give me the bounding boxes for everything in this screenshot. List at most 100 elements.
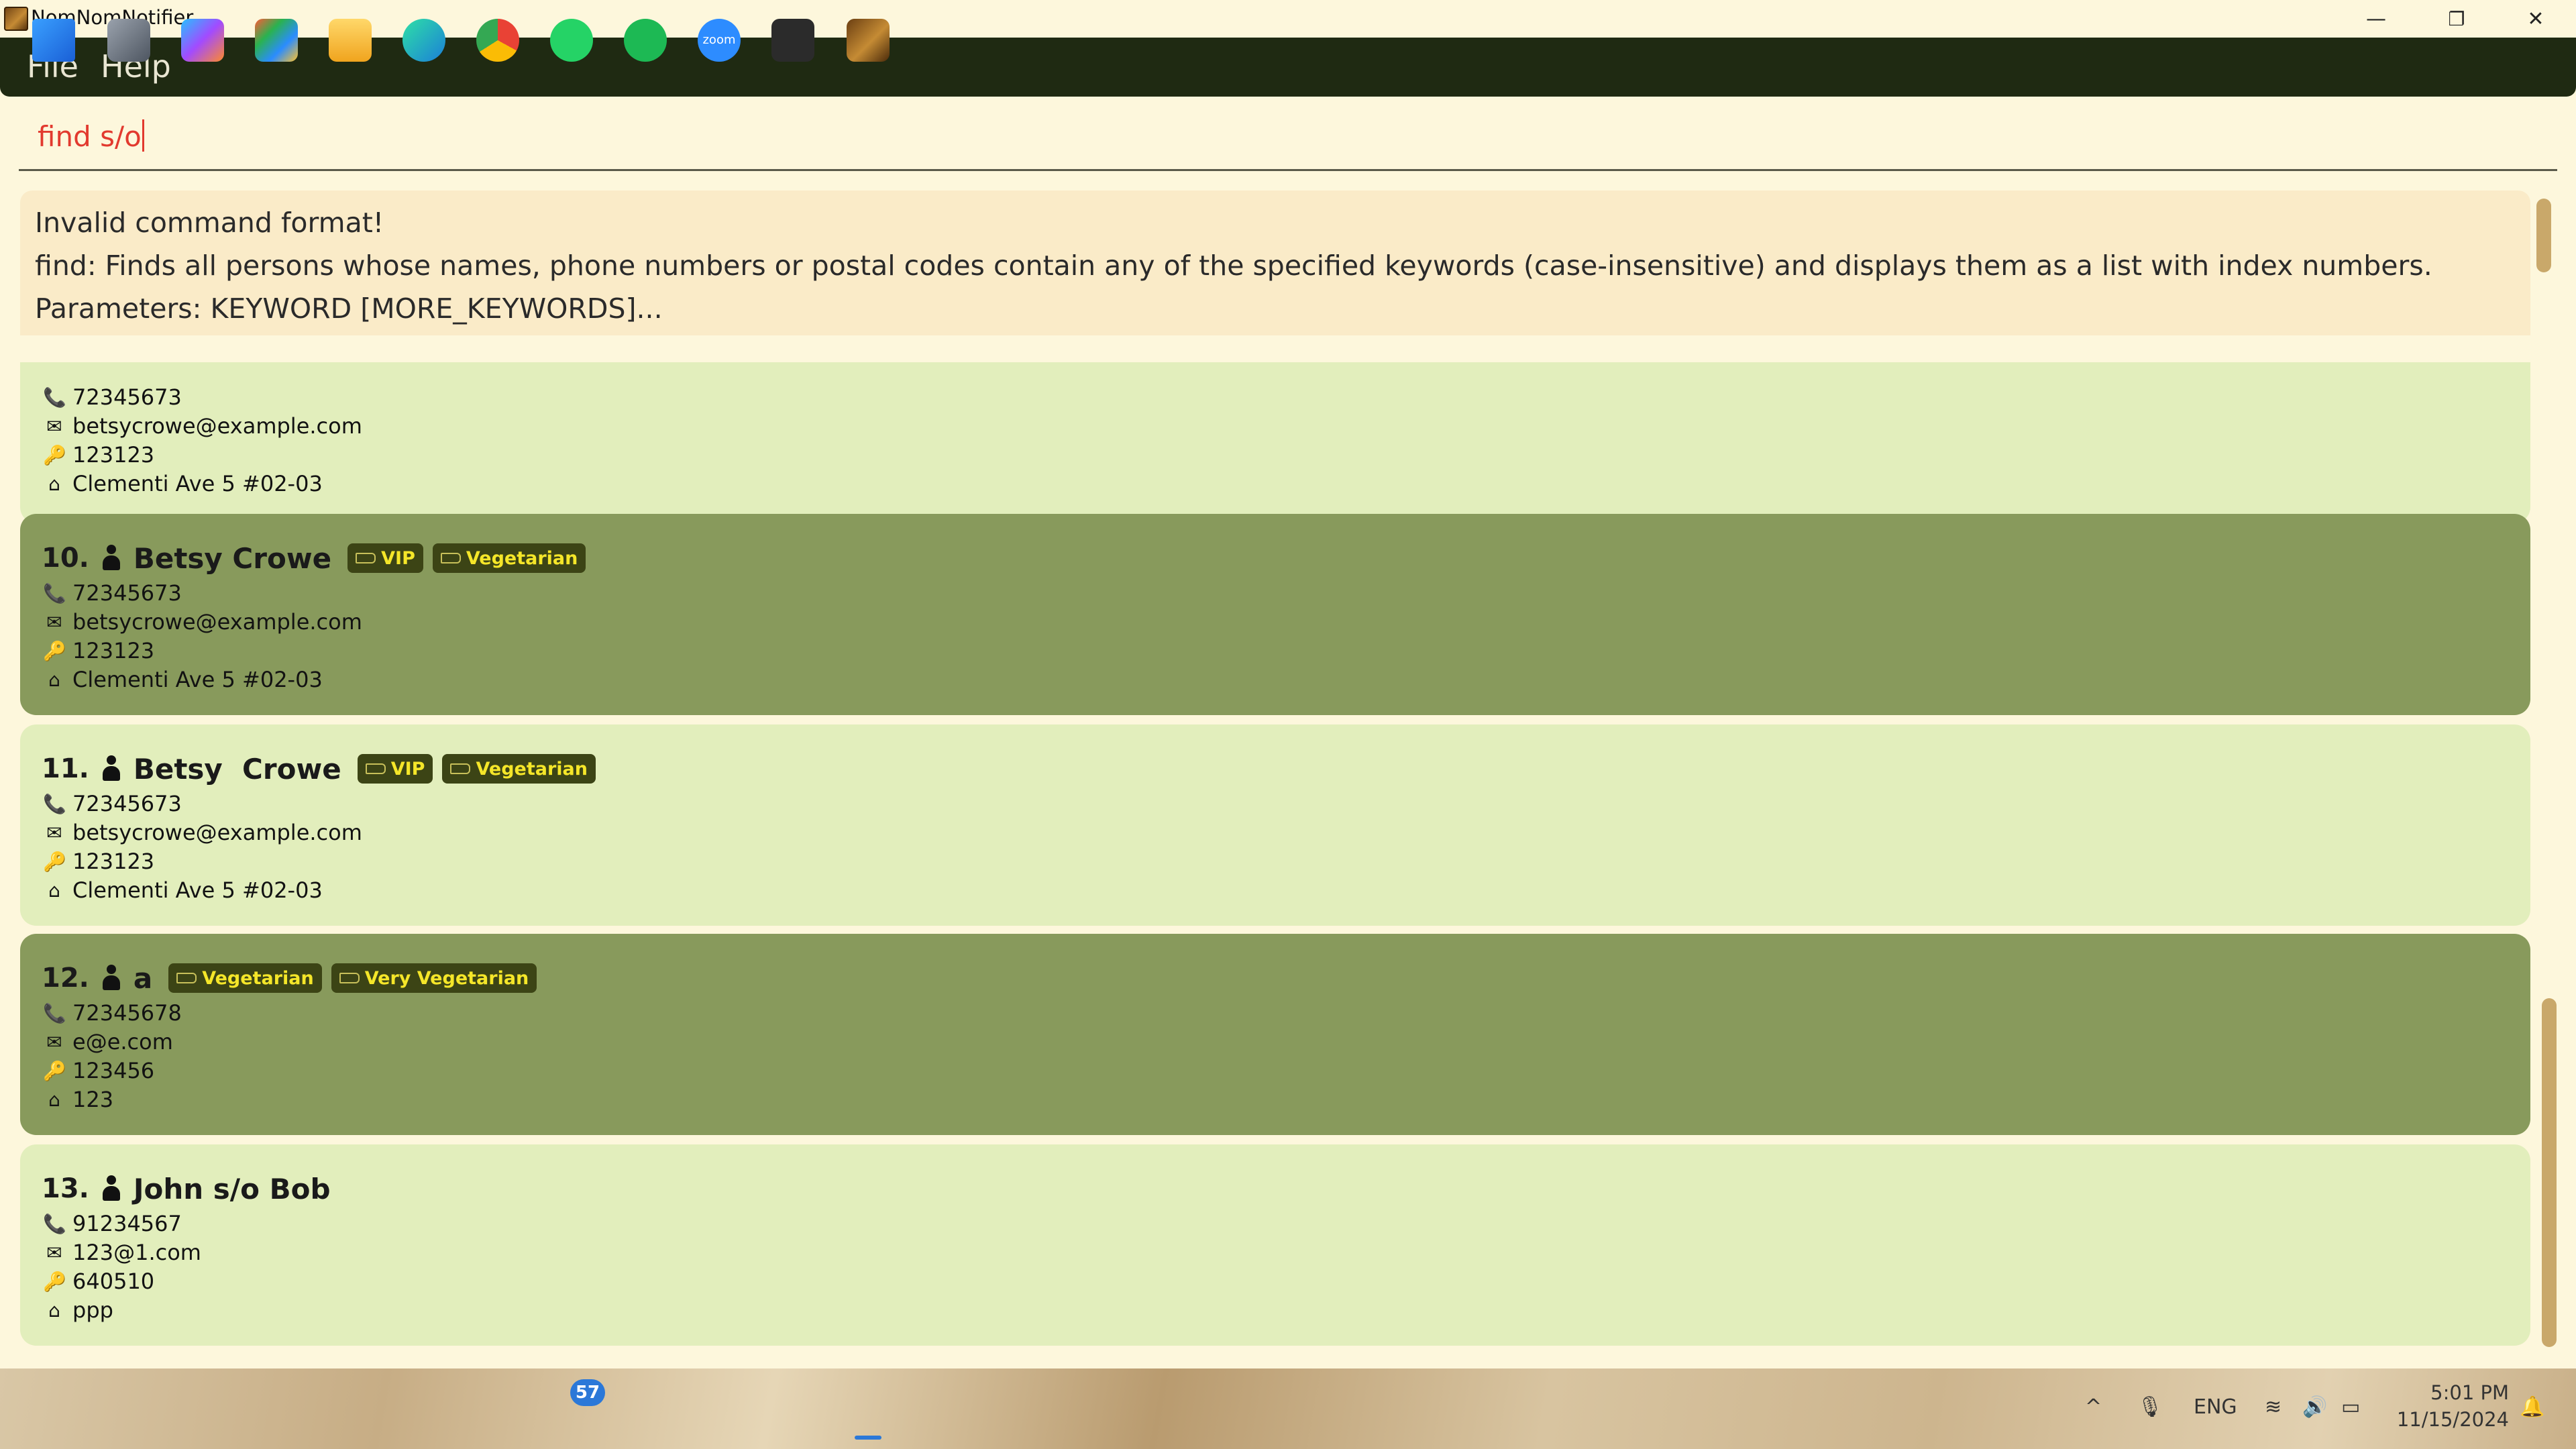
tag-label: Vegetarian	[476, 758, 588, 780]
person-icon	[101, 545, 121, 572]
tag-icon	[176, 973, 197, 983]
email-text: betsycrowe@example.com	[72, 413, 362, 439]
postal-text: 123123	[72, 849, 155, 874]
email-icon: ✉	[46, 610, 62, 633]
home-icon: ⌂	[48, 1299, 60, 1322]
whatsapp-badge: 57	[570, 1379, 605, 1406]
close-button[interactable]: ✕	[2497, 0, 2575, 38]
person-name: Betsy Crowe	[133, 752, 341, 786]
address-text: 123	[72, 1087, 114, 1112]
language-indicator[interactable]: ENG	[2194, 1395, 2237, 1419]
phone-text: 72345673	[72, 384, 182, 410]
email-icon: ✉	[46, 415, 62, 437]
chrome-icon[interactable]	[476, 19, 519, 62]
tag: Vegetarian	[432, 543, 586, 573]
person-name: John s/o Bob	[133, 1172, 331, 1205]
edge-icon[interactable]	[402, 19, 445, 62]
person-list: 📞 72345673 ✉ betsycrowe@example.com 🔑 12312…	[0, 362, 2576, 1348]
person-card[interactable]: 12. a Vegetarian Very Vegetarian 📞 723456…	[20, 934, 2530, 1135]
person-icon	[101, 1175, 121, 1202]
phone-icon: 📞	[43, 1002, 66, 1024]
nomnomnotifier-icon[interactable]	[847, 19, 890, 62]
result-display: Invalid command format! find: Finds all …	[20, 191, 2530, 335]
command-text: find s/o	[38, 120, 142, 153]
clock[interactable]: 5:01 PM 11/15/2024	[2388, 1379, 2509, 1433]
home-icon: ⌂	[48, 879, 60, 902]
task-view-icon[interactable]	[107, 19, 150, 62]
notification-bell-icon[interactable]: 🔔	[2520, 1395, 2544, 1419]
windows-start-icon[interactable]	[32, 19, 75, 62]
phone-text: 91234567	[72, 1211, 182, 1236]
postal-text: 123456	[72, 1058, 155, 1083]
list-scrollbar[interactable]	[2542, 998, 2557, 1347]
postal-icon: 🔑	[43, 639, 66, 662]
chevron-up-icon[interactable]: ^	[2085, 1395, 2102, 1419]
postal-icon: 🔑	[43, 1270, 66, 1293]
tag: Very Vegetarian	[331, 963, 537, 993]
whatsapp-icon[interactable]	[550, 19, 593, 62]
postal-icon: 🔑	[43, 443, 66, 466]
tag-icon	[339, 973, 360, 983]
person-name: a	[133, 961, 153, 995]
postal-icon: 🔑	[43, 1059, 66, 1082]
microsoft-store-icon[interactable]	[255, 19, 298, 62]
minimize-button[interactable]: —	[2337, 0, 2415, 38]
copilot-icon[interactable]	[181, 19, 224, 62]
address-text: Clementi Ave 5 #02-03	[72, 667, 323, 692]
tag-icon	[450, 763, 471, 774]
microphone-icon[interactable]: 🎙	[2137, 1395, 2163, 1419]
person-header: 10. Betsy Crowe VIP Vegetarian	[42, 538, 595, 578]
tag: Vegetarian	[442, 754, 596, 784]
tag: VIP	[347, 543, 423, 573]
phone-text: 72345673	[72, 580, 182, 606]
result-scrollbar[interactable]	[2536, 199, 2551, 272]
tag-label: Very Vegetarian	[364, 967, 529, 989]
person-name: Betsy Crowe	[133, 541, 332, 575]
phone-icon: 📞	[43, 582, 66, 604]
tag: Vegetarian	[168, 963, 322, 993]
tag-icon	[356, 553, 376, 564]
person-header: 13. John s/o Bob	[42, 1169, 347, 1209]
email-text: betsycrowe@example.com	[72, 820, 362, 845]
battery-icon[interactable]: ▭	[2341, 1395, 2360, 1419]
restore-button[interactable]: ❐	[2418, 0, 2496, 38]
postal-text: 123123	[72, 442, 155, 468]
active-app-indicator	[855, 1436, 881, 1440]
postal-text: 640510	[72, 1269, 155, 1294]
result-line: Parameters: KEYWORD [MORE_KEYWORDS]...	[35, 292, 663, 325]
result-line: find: Finds all persons whose names, pho…	[35, 250, 2432, 282]
postal-text: 123123	[72, 638, 155, 663]
email-text: betsycrowe@example.com	[72, 609, 362, 635]
person-icon	[101, 755, 121, 782]
command-input[interactable]: find s/o	[19, 107, 2557, 171]
home-icon: ⌂	[48, 1088, 60, 1111]
tag-icon	[365, 763, 386, 774]
person-card[interactable]: 11. Betsy Crowe VIP Vegetarian 📞 72345673…	[20, 724, 2530, 926]
title-bar: NomNomNotifier — ❐ ✕	[0, 0, 2576, 38]
speaker-icon[interactable]: 🔊	[2302, 1395, 2327, 1419]
app-icon	[4, 7, 28, 31]
date-text: 11/15/2024	[2396, 1408, 2509, 1431]
person-card[interactable]: 10. Betsy Crowe VIP Vegetarian 📞 72345673…	[20, 514, 2530, 715]
person-card[interactable]: 13. John s/o Bob 📞 91234567 ✉ 123@1.com 🔑 6…	[20, 1144, 2530, 1346]
person-icon	[101, 965, 121, 991]
taskbar	[0, 1368, 2576, 1449]
phone-icon: 📞	[43, 1212, 66, 1235]
person-card[interactable]: 📞 72345673 ✉ betsycrowe@example.com 🔑 12312…	[20, 362, 2530, 523]
email-text: 123@1.com	[72, 1240, 201, 1265]
postal-icon: 🔑	[43, 850, 66, 873]
person-index: 11.	[42, 753, 89, 784]
person-index: 13.	[42, 1173, 89, 1204]
email-icon: ✉	[46, 1030, 62, 1053]
file-explorer-icon[interactable]	[329, 19, 372, 62]
result-line: Invalid command format!	[35, 207, 384, 239]
address-text: ppp	[72, 1297, 113, 1323]
time-text: 5:01 PM	[2430, 1381, 2509, 1404]
spotify-icon[interactable]	[624, 19, 667, 62]
text-caret	[142, 119, 144, 152]
wifi-icon[interactable]: ≋	[2265, 1395, 2282, 1419]
zoom-icon[interactable]: zoom	[698, 19, 741, 62]
terminal-icon[interactable]	[771, 19, 814, 62]
tag-icon	[440, 553, 461, 564]
phone-text: 72345673	[72, 791, 182, 816]
